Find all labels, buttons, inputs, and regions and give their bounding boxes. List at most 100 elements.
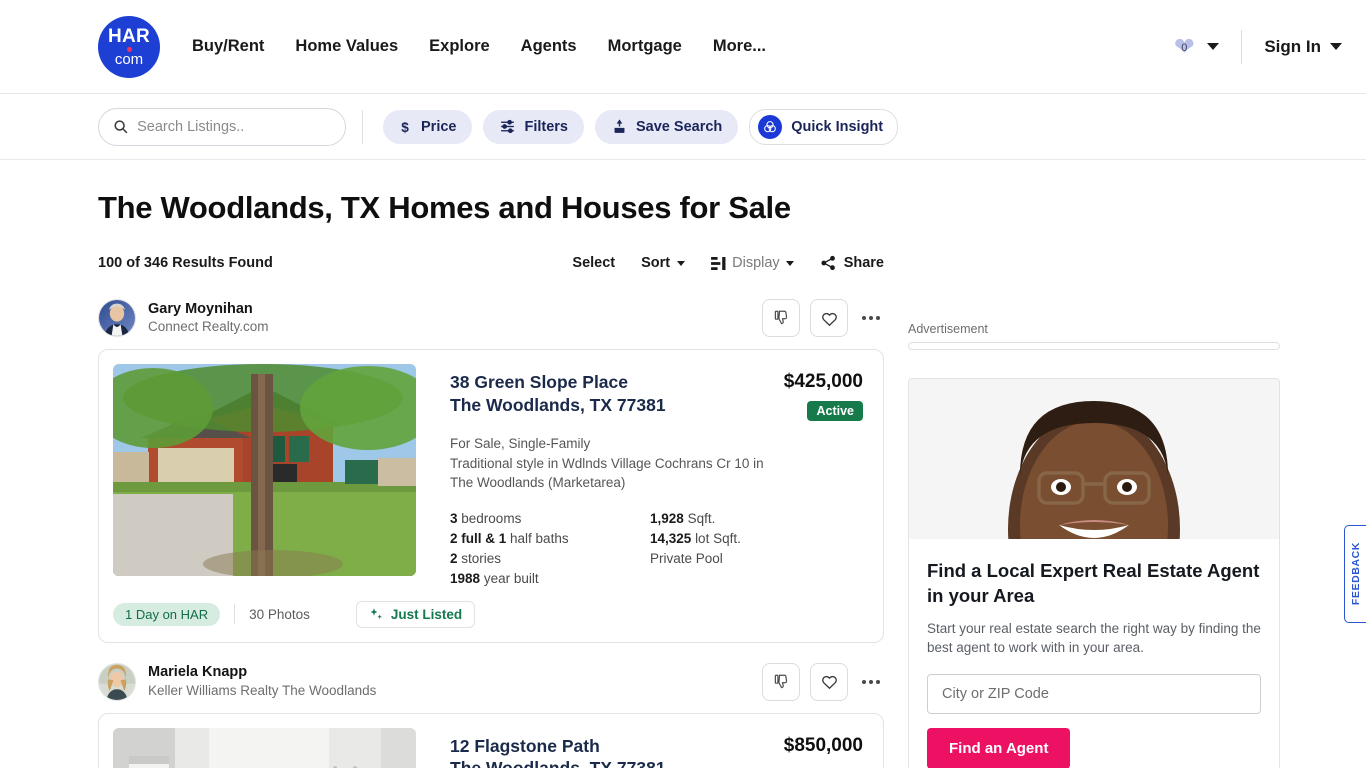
feedback-tab[interactable]: FEEDBACK [1344, 525, 1366, 623]
advertisement-title: Find a Local Expert Real Estate Agent in… [927, 560, 1260, 606]
logo-primary-text: HAR [107, 25, 151, 47]
nav-item-buy-rent[interactable]: Buy/Rent [192, 37, 264, 56]
description-line-2: Traditional style in Wdlnds Village Coch… [450, 455, 764, 491]
sliders-icon [501, 119, 515, 134]
dollar-icon: $ [401, 119, 409, 134]
header-right-area: ❤ 0 Sign In [1170, 29, 1342, 64]
chevron-down-icon[interactable] [1330, 43, 1342, 50]
address-street: 38 Green Slope Place [450, 372, 629, 392]
listings-column: The Woodlands, TX Homes and Houses for S… [98, 160, 884, 768]
save-search-button[interactable]: Save Search [595, 109, 739, 144]
agent-actions [762, 662, 884, 701]
quick-insight-button[interactable]: Quick Insight [749, 108, 899, 145]
share-button[interactable]: Share [820, 255, 884, 271]
favorite-button[interactable] [810, 299, 848, 337]
filter-divider [362, 109, 363, 144]
price-block: $425,000 Active [772, 371, 863, 421]
filters-button[interactable]: Filters [483, 109, 584, 144]
share-icon [821, 255, 835, 271]
nav-item-more[interactable]: More... [713, 37, 766, 56]
agent-info: Gary Moynihan Connect Realty.com [148, 300, 269, 336]
search-icon [114, 120, 128, 134]
just-listed-label: Just Listed [390, 606, 463, 622]
quick-insight-icon [758, 114, 783, 139]
agent-avatar[interactable] [98, 299, 136, 337]
har-logo[interactable]: HAR com [98, 15, 160, 78]
listing-card[interactable]: 12 Flagstone Path The Woodlands, TX 7738… [98, 712, 884, 768]
price-filter-button[interactable]: $ Price [383, 109, 473, 144]
more-options-button[interactable] [858, 316, 884, 320]
favorite-button[interactable] [810, 662, 848, 701]
listing-photo[interactable] [113, 364, 416, 576]
just-listed-badge: Just Listed [355, 600, 476, 628]
listing-address[interactable]: 38 Green Slope Place The Woodlands, TX 7… [450, 371, 772, 421]
listing-price: $425,000 [783, 371, 863, 392]
display-icon [711, 256, 726, 270]
quick-insight-label: Quick Insight [791, 118, 884, 135]
agent-name: Gary Moynihan [148, 300, 253, 317]
sidebar-column: Advertisement Find a Local Expert Real E… [908, 160, 1280, 768]
listing-card[interactable]: 38 Green Slope Place The Woodlands, TX 7… [98, 349, 884, 643]
nav-item-agents[interactable]: Agents [521, 37, 577, 56]
specs-column-left: 3 bedrooms 2 full & 1 half baths 2 stori… [450, 510, 650, 591]
select-button[interactable]: Select [572, 255, 615, 271]
advertisement-content: Find a Local Expert Real Estate Agent in… [909, 539, 1279, 768]
display-dropdown[interactable]: Display [711, 255, 794, 271]
nav-item-mortgage[interactable]: Mortgage [608, 37, 682, 56]
advertisement-label-top: Advertisement [908, 322, 988, 336]
listing-details: 38 Green Slope Place The Woodlands, TX 7… [416, 364, 869, 591]
filter-pill-group: $ Price Filters Save Search Quick Insigh… [383, 108, 899, 145]
city-zip-input[interactable] [927, 673, 1261, 714]
address-citystate: The Woodlands, TX 77381 [450, 394, 666, 415]
advertisement-photo [909, 379, 1279, 539]
favorites-count: 0 [1181, 41, 1188, 54]
share-label: Share [843, 255, 884, 271]
results-count: 100 of 346 Results Found [98, 255, 273, 271]
address-citystate: The Woodlands, TX 77381 [450, 757, 772, 768]
agent-row: Mariela Knapp Keller Williams Realty The… [98, 661, 884, 703]
nav-item-home-values[interactable]: Home Values [295, 37, 398, 56]
search-input[interactable] [137, 118, 331, 135]
display-label: Display [732, 255, 780, 271]
sort-dropdown[interactable]: Sort [641, 255, 686, 271]
favorites-control[interactable]: ❤ 0 [1170, 34, 1220, 60]
find-an-agent-button[interactable]: Find an Agent [927, 727, 1071, 768]
listing-photo[interactable] [113, 727, 416, 768]
agent-actions [762, 299, 884, 337]
listing-card-body: 12 Flagstone Path The Woodlands, TX 7738… [99, 714, 883, 768]
thumbs-down-icon [774, 310, 788, 325]
select-label: Select [572, 255, 616, 271]
spec-lot-sqft: 14,325 lot Sqft. [650, 530, 741, 546]
spec-bedrooms: 3 bedrooms [450, 510, 522, 526]
more-options-button[interactable] [858, 679, 884, 684]
days-on-har-badge: 1 Day on HAR [113, 602, 221, 626]
advertisement-card[interactable]: Find a Local Expert Real Estate Agent in… [908, 378, 1280, 768]
results-toolbar: 100 of 346 Results Found Select Sort Dis… [98, 255, 884, 275]
listing-details: 12 Flagstone Path The Woodlands, TX 7738… [416, 728, 869, 768]
listing-address[interactable]: 12 Flagstone Path The Woodlands, TX 7738… [450, 735, 772, 768]
chevron-down-icon [677, 260, 686, 266]
page-content: The Woodlands, TX Homes and Houses for S… [0, 160, 1366, 768]
agent-avatar[interactable] [98, 662, 136, 701]
dislike-button[interactable] [762, 299, 800, 337]
agent-row: Gary Moynihan Connect Realty.com [98, 297, 884, 339]
agent-company: Keller Williams Realty The Woodlands [148, 682, 377, 698]
sign-in-button[interactable]: Sign In [1264, 37, 1342, 57]
thumbs-down-icon [774, 674, 788, 688]
status-badge: Active [807, 401, 863, 421]
sparkle-icon [370, 607, 382, 619]
save-icon [614, 119, 625, 133]
spec-year-built: 1988 year built [450, 571, 539, 587]
address-price-row: 12 Flagstone Path The Woodlands, TX 7738… [450, 735, 863, 768]
nav-item-explore[interactable]: Explore [429, 37, 490, 56]
chevron-down-icon[interactable] [1207, 43, 1220, 50]
feedback-label: FEEDBACK [1349, 542, 1362, 606]
favorites-heart-icon[interactable]: ❤ 0 [1170, 34, 1198, 60]
site-header: HAR com Buy/Rent Home Values Explore Age… [0, 0, 1366, 94]
specs-column-right: 1,928 Sqft. 14,325 lot Sqft. Private Poo… [650, 510, 850, 591]
dislike-button[interactable] [762, 662, 800, 701]
search-container[interactable] [98, 107, 346, 146]
photos-count[interactable]: 30 Photos [249, 607, 310, 622]
listing-toolbar: Select Sort Display Share [572, 255, 884, 271]
listing-price: $850,000 [783, 734, 863, 756]
